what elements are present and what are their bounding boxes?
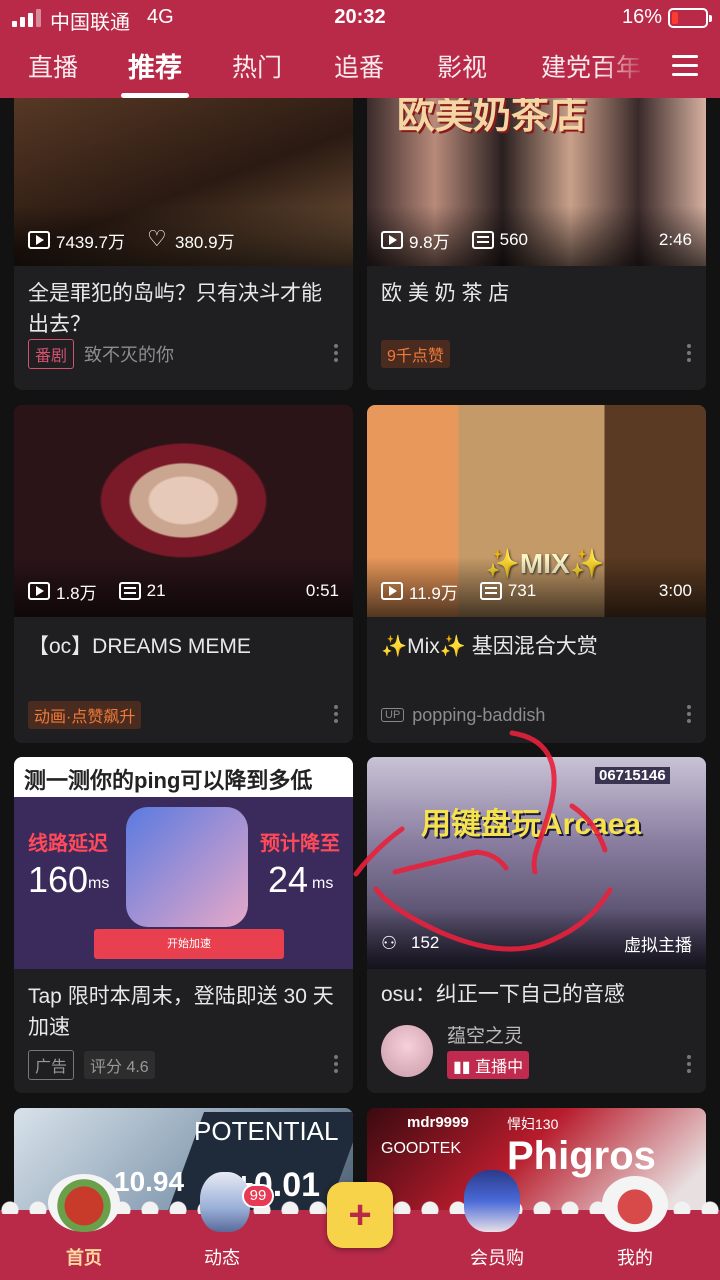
nav-dynamics[interactable]: 动态: [162, 1244, 282, 1270]
live-thumbnail[interactable]: 06715146 用键盘玩Arcaea ⚇ 152 虚拟主播: [367, 757, 706, 969]
ad-left-label: 线路延迟: [28, 833, 108, 855]
series-name: 致不灭的你: [84, 345, 175, 365]
video-thumbnail[interactable]: 7439.7万 ♡ 380.9万: [14, 98, 353, 266]
play-count-icon: [381, 231, 403, 249]
video-title[interactable]: 【oc】DREAMS MEME: [28, 631, 339, 662]
nav-profile[interactable]: 我的: [575, 1244, 695, 1270]
video-feed[interactable]: 7439.7万 ♡ 380.9万 全是罪犯的岛屿？只有决斗才能出去？ 番剧 致不灭…: [0, 98, 720, 1210]
app-icon: [126, 807, 248, 927]
thumbnail-caption: Phigros: [507, 1134, 656, 1178]
ad-thumbnail[interactable]: 测一测你的ping可以降到多低 线路延迟 160 ms 预计降至 24 ms 开…: [14, 757, 353, 969]
rating: 评分 4.6: [84, 1051, 155, 1079]
video-thumbnail[interactable]: ✨MIX✨ 11.9万 731 3:00: [367, 405, 706, 617]
status-bar: 中国联通 4G 20:32 16%: [0, 0, 720, 36]
thumbnail-caption: POTENTIAL: [194, 1116, 339, 1146]
danmaku-icon: [479, 582, 502, 600]
home-icon[interactable]: [48, 1174, 120, 1232]
bottom-nav: 首页 99 动态 + 会员购 我的: [0, 1170, 720, 1280]
ad-right-value: 24: [268, 859, 309, 900]
ad-card[interactable]: 测一测你的ping可以降到多低 线路延迟 160 ms 预计降至 24 ms 开…: [14, 757, 353, 1093]
tab-recommend[interactable]: 推荐: [128, 46, 182, 85]
play-count: 1.8万: [56, 583, 97, 603]
duration: 0:51: [305, 581, 339, 600]
upload-plus-button[interactable]: +: [327, 1182, 393, 1248]
more-options-icon[interactable]: [686, 1055, 692, 1075]
more-options-icon[interactable]: [333, 705, 339, 725]
live-badge: ▮▮ 直播中: [447, 1051, 530, 1079]
tab-fade: [600, 36, 660, 98]
more-options-icon[interactable]: [686, 344, 692, 364]
channel-tabs: 直播 推荐 热门 追番 影视 建党百年: [0, 36, 720, 98]
category-tag: 动画·点赞飙升: [28, 701, 142, 729]
video-thumbnail[interactable]: 欧美奶茶店 9.8万 560 2:46: [367, 98, 706, 266]
plus-icon: +: [348, 1192, 372, 1237]
danmaku-count: 731: [507, 581, 537, 600]
video-card[interactable]: 1.8万 21 0:51 【oc】DREAMS MEME 动画·点赞飙升: [14, 405, 353, 743]
thumbnail-caption: 欧美奶茶店: [397, 98, 588, 137]
start-boost-button: 开始加速: [94, 929, 284, 959]
tab-hot[interactable]: 热门: [232, 48, 282, 84]
heart-icon: ♡: [147, 226, 167, 251]
live-card[interactable]: 06715146 用键盘玩Arcaea ⚇ 152 虚拟主播 osu：纠正一下自己…: [367, 757, 706, 1093]
category-tag: 番剧: [28, 339, 75, 369]
live-category: 虚拟主播: [624, 935, 692, 955]
tab-anime[interactable]: 追番: [334, 48, 384, 84]
more-options-icon[interactable]: [333, 1055, 339, 1075]
streamer-name[interactable]: 蕴空之灵: [447, 1021, 523, 1048]
viewer-count: 152: [411, 933, 440, 952]
danmaku-icon: [471, 231, 494, 249]
more-options-icon[interactable]: [333, 344, 339, 364]
play-count-icon: [28, 582, 50, 600]
play-count: 9.8万: [409, 232, 450, 252]
video-card[interactable]: 7439.7万 ♡ 380.9万 全是罪犯的岛屿？只有决斗才能出去？ 番剧 致不灭…: [14, 98, 353, 390]
nav-vip-shop[interactable]: 会员购: [437, 1244, 557, 1270]
ad-left-value: 160: [28, 859, 89, 900]
duration: 3:00: [658, 581, 692, 600]
video-card[interactable]: 欧美奶茶店 9.8万 560 2:46 欧 美 奶 茶 店 9千点赞: [367, 98, 706, 390]
live-bars-icon: ▮▮: [453, 1059, 476, 1076]
ad-headline: 测一测你的ping可以降到多低: [24, 768, 313, 793]
battery-icon: [668, 8, 712, 28]
score-display: 06715146: [595, 767, 670, 784]
notification-badge: 99: [242, 1184, 274, 1208]
play-count-icon: [28, 231, 50, 249]
ad-tag: 广告: [28, 1050, 75, 1080]
battery-percent: 16%: [622, 6, 663, 28]
play-count: 7439.7万: [56, 232, 125, 252]
streamer-avatar[interactable]: [381, 1025, 433, 1077]
player-name: mdr9999: [407, 1114, 469, 1131]
ad-right-label: 预计降至: [260, 833, 340, 855]
more-options-icon[interactable]: [686, 705, 692, 725]
tab-live[interactable]: 直播: [28, 48, 78, 84]
like-count: 380.9万: [175, 232, 235, 252]
danmaku-icon: [118, 582, 141, 600]
danmaku-count: 560: [499, 230, 529, 249]
video-title[interactable]: ✨Mix✨ 基因混合大赏: [381, 631, 692, 662]
play-count-icon: [381, 582, 403, 600]
up-badge: UP: [381, 708, 405, 722]
duration: 2:46: [658, 230, 692, 249]
thumbnail-caption: 用键盘玩Arcaea: [421, 808, 642, 841]
uploader-name[interactable]: popping-baddish: [412, 705, 545, 726]
live-title[interactable]: osu：纠正一下自己的音感: [381, 979, 692, 1010]
video-thumbnail[interactable]: 1.8万 21 0:51: [14, 405, 353, 617]
danmaku-count: 21: [146, 581, 166, 600]
likes-tag: 9千点赞: [381, 340, 450, 368]
people-icon: ⚇: [381, 933, 398, 953]
vip-shop-icon[interactable]: [464, 1170, 520, 1232]
ad-title[interactable]: Tap 限时本周末，登陆即送 30 天加速: [28, 981, 339, 1043]
video-title[interactable]: 欧 美 奶 茶 店: [381, 278, 692, 309]
clock: 20:32: [334, 6, 386, 28]
video-title[interactable]: 全是罪犯的岛屿？只有决斗才能出去？: [28, 278, 339, 340]
menu-icon[interactable]: [672, 54, 698, 78]
top-bar: 中国联通 4G 20:32 16% 直播 推荐 热门 追番 影视 建党百年: [0, 0, 720, 98]
dynamics-icon[interactable]: [200, 1172, 250, 1232]
play-count: 11.9万: [409, 583, 458, 603]
profile-icon[interactable]: [602, 1176, 668, 1232]
video-card[interactable]: ✨MIX✨ 11.9万 731 3:00 ✨Mix✨ 基因混合大赏 UP pop…: [367, 405, 706, 743]
tab-movies[interactable]: 影视: [437, 48, 487, 84]
nav-home[interactable]: 首页: [24, 1244, 144, 1270]
